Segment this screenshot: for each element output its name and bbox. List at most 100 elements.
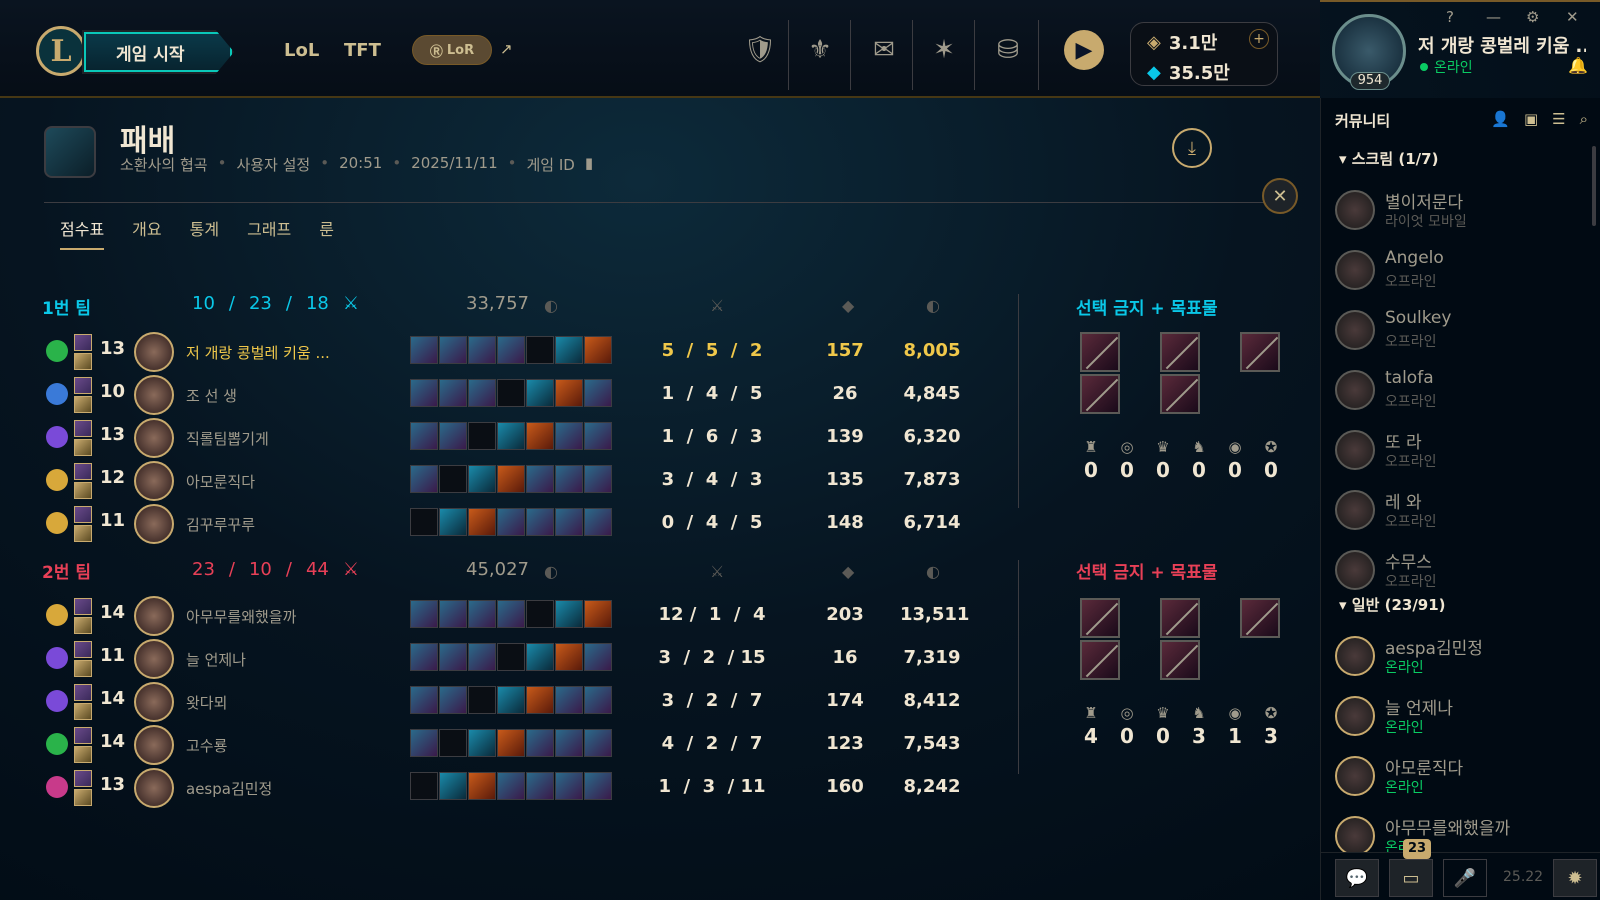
help-icon[interactable]: ? bbox=[1446, 8, 1454, 26]
champion-portrait[interactable] bbox=[134, 375, 174, 415]
player-row[interactable]: 14 아무무를왜했을까 12 / 1 / 4 203 13,511 bbox=[0, 596, 1020, 636]
item-slot[interactable] bbox=[555, 336, 583, 364]
close-window-icon[interactable]: ✕ bbox=[1566, 8, 1579, 26]
item-slot[interactable] bbox=[468, 686, 496, 714]
summoner-spells[interactable] bbox=[74, 770, 92, 806]
item-slot[interactable] bbox=[410, 508, 438, 536]
item-slot[interactable] bbox=[584, 600, 612, 628]
coins-icon[interactable]: ⛁ bbox=[990, 32, 1026, 68]
item-slot[interactable] bbox=[584, 465, 612, 493]
close-details-button[interactable]: ✕ bbox=[1262, 178, 1298, 214]
item-slot[interactable] bbox=[439, 686, 467, 714]
champion-portrait[interactable] bbox=[134, 332, 174, 372]
player-name[interactable]: 아무무를왜했을까 bbox=[186, 606, 386, 627]
friend-item[interactable]: 늘 언제나 온라인 bbox=[1335, 690, 1585, 746]
item-slot[interactable] bbox=[439, 336, 467, 364]
champion-portrait[interactable] bbox=[134, 418, 174, 458]
settings-icon[interactable]: ⚙ bbox=[1526, 8, 1539, 26]
player-name[interactable]: 김꾸루꾸루 bbox=[186, 514, 386, 535]
tab-stats[interactable]: 통계 bbox=[190, 216, 219, 250]
item-slot[interactable] bbox=[410, 422, 438, 450]
meta-game-id[interactable]: 게임 ID bbox=[527, 154, 575, 175]
summoner-spells[interactable] bbox=[74, 463, 92, 499]
item-slot[interactable] bbox=[497, 643, 525, 671]
tab-overview[interactable]: 개요 bbox=[132, 216, 161, 250]
item-slot[interactable] bbox=[468, 422, 496, 450]
play-button[interactable]: 게임 시작 bbox=[82, 30, 234, 74]
item-slot[interactable] bbox=[439, 643, 467, 671]
summoner-spells[interactable] bbox=[74, 727, 92, 763]
item-slot[interactable] bbox=[526, 600, 554, 628]
player-row[interactable]: 10 조 선 생 1 / 4 / 5 26 4,845 bbox=[0, 375, 1020, 415]
keystone-rune-icon[interactable] bbox=[46, 690, 68, 712]
tab-lol[interactable]: LoL bbox=[284, 40, 319, 61]
profile-status[interactable]: 온라인 bbox=[1420, 57, 1473, 77]
friend-item[interactable]: Angelo 오프라인 bbox=[1335, 244, 1585, 300]
notes-button[interactable]: ▭ bbox=[1389, 859, 1433, 897]
player-name[interactable]: 직롤팀뽑기게 bbox=[186, 428, 386, 449]
item-slot[interactable] bbox=[555, 379, 583, 407]
friend-item[interactable]: Soulkey 오프라인 bbox=[1335, 304, 1585, 360]
item-slot[interactable] bbox=[526, 686, 554, 714]
friend-item[interactable]: 수무스 오프라인 bbox=[1335, 544, 1585, 600]
item-slot[interactable] bbox=[526, 729, 554, 757]
add-friend-icon[interactable]: 👤 bbox=[1491, 110, 1510, 128]
item-slot[interactable] bbox=[584, 686, 612, 714]
item-slot[interactable] bbox=[584, 508, 612, 536]
tab-scoreboard[interactable]: 점수표 bbox=[60, 216, 105, 250]
profile-name[interactable]: 저 개랑 콩벌레 키움 ... bbox=[1418, 32, 1586, 58]
minimize-icon[interactable]: — bbox=[1486, 8, 1501, 26]
player-row[interactable]: 14 왓다뫼 3 / 2 / 7 174 8,412 bbox=[0, 682, 1020, 722]
item-slot[interactable] bbox=[439, 508, 467, 536]
download-replay-button[interactable]: ⤓ bbox=[1172, 128, 1212, 168]
item-slot[interactable] bbox=[468, 508, 496, 536]
item-slot[interactable] bbox=[497, 686, 525, 714]
item-slot[interactable] bbox=[497, 465, 525, 493]
keystone-rune-icon[interactable] bbox=[46, 604, 68, 626]
tab-runes[interactable]: 룬 bbox=[319, 216, 334, 250]
friend-item[interactable]: 레 와 오프라인 bbox=[1335, 484, 1585, 540]
item-slot[interactable] bbox=[410, 600, 438, 628]
summoner-spells[interactable] bbox=[74, 684, 92, 720]
loot-icon[interactable]: ✉ bbox=[866, 32, 902, 68]
item-slot[interactable] bbox=[526, 465, 554, 493]
voice-button[interactable]: 🎤 bbox=[1443, 859, 1487, 897]
player-row[interactable]: 13 aespa김민정 1 / 3 / 11 160 8,242 bbox=[0, 768, 1020, 808]
item-slot[interactable] bbox=[439, 465, 467, 493]
item-slot[interactable] bbox=[439, 422, 467, 450]
player-name[interactable]: 아모룬직다 bbox=[186, 471, 386, 492]
store-button[interactable]: ▶ bbox=[1064, 30, 1104, 70]
item-slot[interactable] bbox=[584, 422, 612, 450]
friend-item[interactable]: 아모룬직다 온라인 bbox=[1335, 750, 1585, 806]
friend-item[interactable]: 또 라 오프라인 bbox=[1335, 424, 1585, 480]
item-slot[interactable] bbox=[468, 600, 496, 628]
item-slot[interactable] bbox=[410, 465, 438, 493]
summoner-spells[interactable] bbox=[74, 598, 92, 634]
champion-portrait[interactable] bbox=[134, 461, 174, 501]
player-row[interactable]: 13 직롤팀뽑기게 1 / 6 / 3 139 6,320 bbox=[0, 418, 1020, 458]
tft-icon[interactable]: ✶ bbox=[926, 32, 962, 68]
item-slot[interactable] bbox=[526, 643, 554, 671]
item-slot[interactable] bbox=[555, 729, 583, 757]
player-row[interactable]: 13 저 개랑 콩벌레 키움 ... 5 / 5 / 2 157 8,005 bbox=[0, 332, 1020, 372]
item-slot[interactable] bbox=[584, 643, 612, 671]
item-slot[interactable] bbox=[555, 600, 583, 628]
item-slot[interactable] bbox=[410, 379, 438, 407]
item-slot[interactable] bbox=[555, 643, 583, 671]
player-name[interactable]: 저 개랑 콩벌레 키움 ... bbox=[186, 342, 386, 363]
add-folder-icon[interactable]: ▣ bbox=[1524, 110, 1538, 128]
keystone-rune-icon[interactable] bbox=[46, 383, 68, 405]
tab-graph[interactable]: 그래프 bbox=[247, 216, 291, 250]
item-slot[interactable] bbox=[468, 336, 496, 364]
item-slot[interactable] bbox=[584, 729, 612, 757]
summoner-spells[interactable] bbox=[74, 641, 92, 677]
item-slot[interactable] bbox=[439, 379, 467, 407]
item-slot[interactable] bbox=[497, 336, 525, 364]
item-slot[interactable] bbox=[526, 422, 554, 450]
champion-icon[interactable]: ⚜ bbox=[802, 32, 838, 68]
scrollbar[interactable] bbox=[1592, 146, 1596, 226]
bell-icon[interactable]: 🔔 bbox=[1568, 56, 1588, 75]
champion-portrait[interactable] bbox=[134, 768, 174, 808]
player-name[interactable]: 고수룡 bbox=[186, 735, 386, 756]
friend-item[interactable]: 별이저문다 라이엇 모바일 bbox=[1335, 184, 1585, 240]
